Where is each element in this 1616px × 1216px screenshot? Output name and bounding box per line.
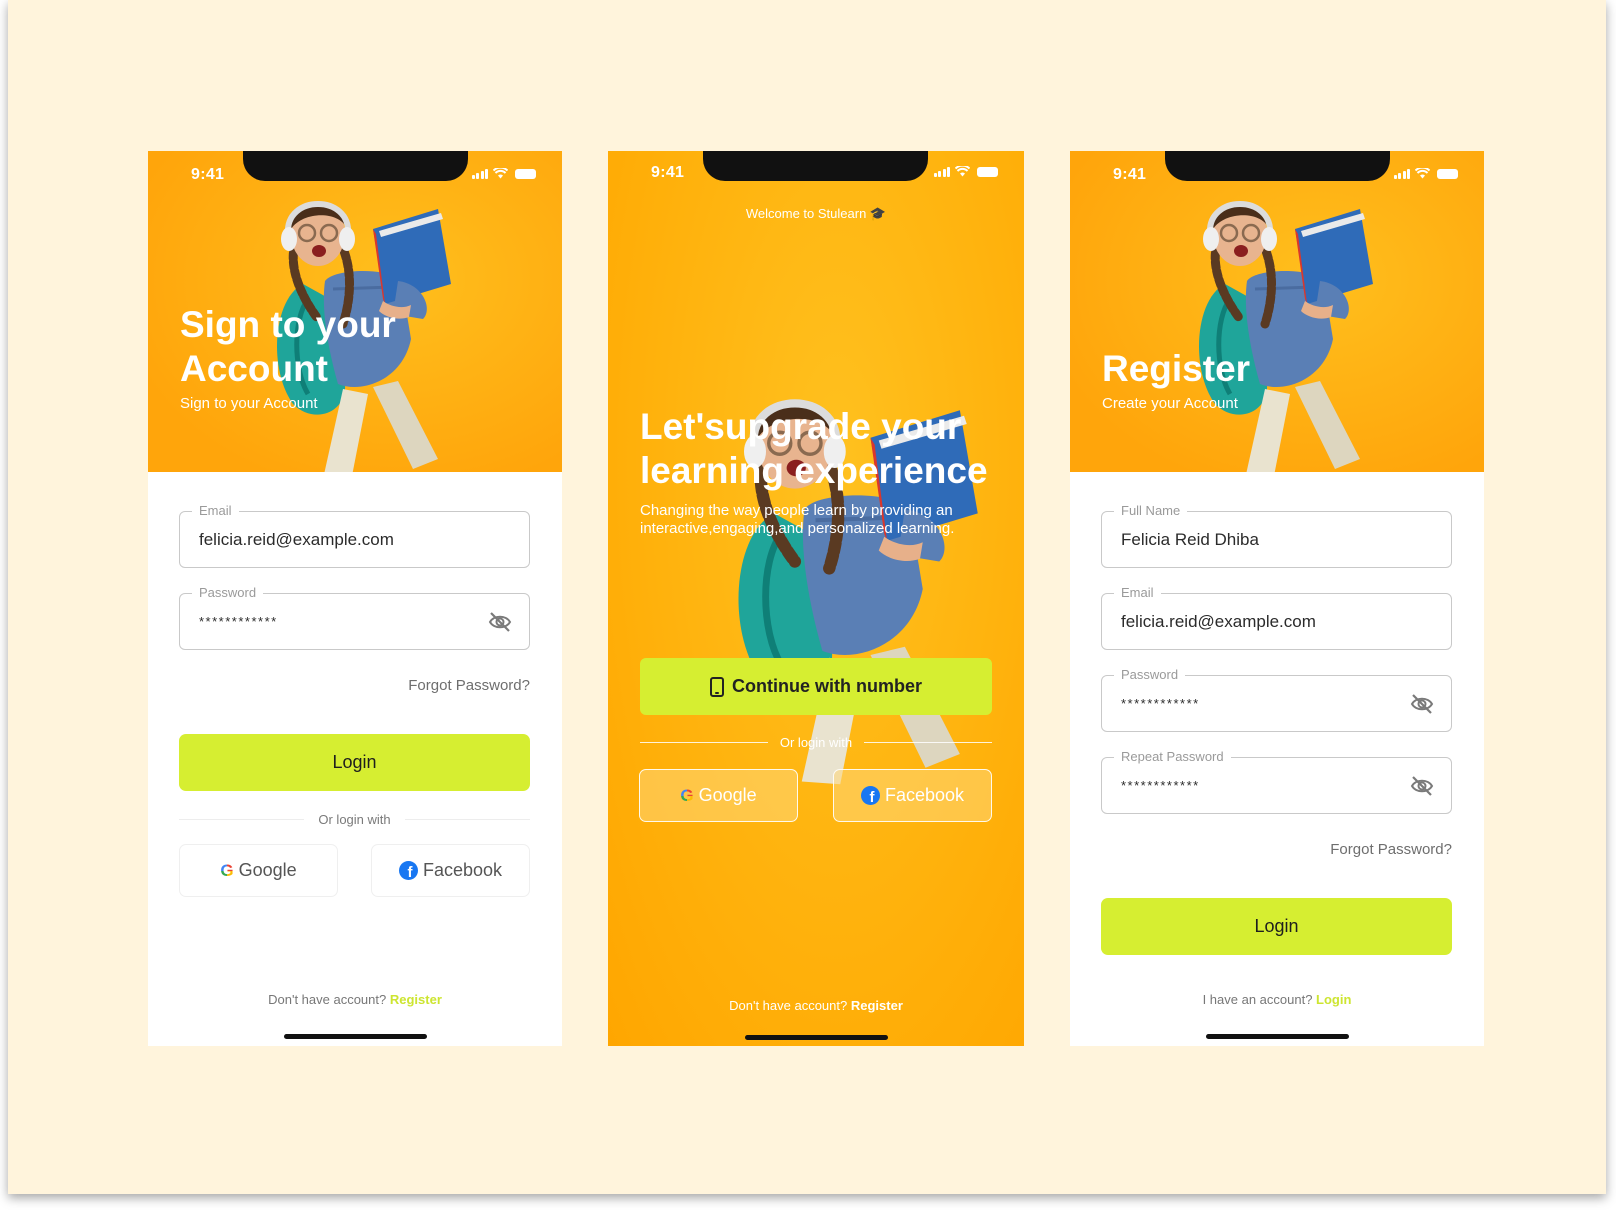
- google-label: Google: [238, 860, 297, 880]
- password-label: Password: [192, 585, 264, 600]
- wifi-icon: [955, 166, 970, 177]
- full-name-label: Full Name: [1114, 503, 1188, 518]
- signal-icon: [933, 166, 950, 177]
- wifi-icon: [493, 168, 508, 179]
- student-illustration: [1150, 189, 1400, 472]
- status-bar: 9:41: [1070, 151, 1484, 191]
- battery-icon: [1437, 169, 1458, 179]
- continue-with-number-button[interactable]: Continue with number: [640, 658, 992, 715]
- register-prompt: Don't have account? Register: [608, 998, 1024, 1013]
- register-link[interactable]: Register: [851, 998, 903, 1013]
- login-hero: Sign to your Account Sign to your Accoun…: [148, 151, 562, 472]
- login-title-line2: Account: [180, 348, 328, 389]
- repeat-password-value: ************: [1121, 778, 1200, 793]
- eye-off-icon[interactable]: [1410, 693, 1434, 715]
- password-value: ************: [199, 614, 278, 629]
- notch: [243, 151, 468, 181]
- register-prompt-text: Don't have account?: [268, 992, 387, 1007]
- continue-label: Continue with number: [732, 676, 922, 696]
- status-bar: 9:41: [148, 151, 562, 191]
- home-indicator: [284, 1034, 427, 1039]
- status-bar: 9:41: [608, 151, 1024, 191]
- register-link[interactable]: Register: [390, 992, 442, 1007]
- welcome-title-line2: learning experience: [640, 450, 988, 491]
- full-name-field[interactable]: Full Name Felicia Reid Dhiba: [1101, 503, 1452, 568]
- email-label: Email: [1114, 585, 1161, 600]
- eye-off-icon[interactable]: [488, 611, 512, 633]
- login-title-line1: Sign to your: [180, 304, 396, 345]
- eye-off-icon[interactable]: [1410, 775, 1434, 797]
- login-screen: Sign to your Account Sign to your Accoun…: [148, 151, 562, 1046]
- welcome-title-line1: Let'supgrade your: [640, 406, 962, 447]
- battery-icon: [515, 169, 536, 179]
- google-icon: G: [680, 785, 694, 805]
- signal-icon: [1393, 168, 1410, 179]
- login-prompt: I have an account? Login: [1070, 992, 1484, 1007]
- register-prompt-text: Don't have account?: [729, 998, 848, 1013]
- welcome-description: Changing the way people learn by providi…: [640, 502, 955, 537]
- email-value: felicia.reid@example.com: [199, 530, 394, 549]
- email-field[interactable]: Email felicia.reid@example.com: [1101, 585, 1452, 650]
- email-field[interactable]: Email felicia.reid@example.com: [179, 503, 530, 568]
- google-button[interactable]: G Google: [179, 844, 338, 897]
- status-time: 9:41: [191, 166, 225, 183]
- full-name-value: Felicia Reid Dhiba: [1121, 530, 1259, 549]
- status-time: 9:41: [1113, 166, 1147, 183]
- email-value: felicia.reid@example.com: [1121, 612, 1316, 631]
- password-field[interactable]: Password ************: [1101, 667, 1452, 732]
- password-value: ************: [1121, 696, 1200, 711]
- google-button[interactable]: G Google: [639, 769, 798, 822]
- signal-icon: [471, 168, 488, 179]
- or-login-divider: Or login with: [640, 734, 992, 750]
- or-login-text: Or login with: [318, 811, 391, 827]
- welcome-text: Welcome to Stulearn 🎓: [745, 206, 887, 221]
- or-login-divider: Or login with: [179, 811, 530, 827]
- smartphone-icon: [710, 676, 724, 697]
- register-hero: Register Create your Account: [1070, 151, 1484, 472]
- facebook-button[interactable]: f Facebook: [833, 769, 992, 822]
- battery-icon: [977, 167, 998, 177]
- register-title: Register: [1102, 348, 1251, 389]
- login-prompt-text: I have an account?: [1202, 992, 1313, 1007]
- welcome-screen: 9:41 Welcome to Stulearn 🎓 Let'supgrade …: [608, 151, 1024, 1046]
- notch: [703, 151, 928, 181]
- google-icon: G: [220, 860, 234, 880]
- facebook-button[interactable]: f Facebook: [371, 844, 530, 897]
- repeat-password-label: Repeat Password: [1114, 749, 1231, 764]
- register-prompt: Don't have account? Register: [148, 992, 562, 1007]
- presentation-canvas: Sign to your Account Sign to your Accoun…: [8, 0, 1606, 1194]
- password-label: Password: [1114, 667, 1186, 682]
- status-icons: [933, 166, 998, 177]
- facebook-label: Facebook: [884, 785, 965, 805]
- repeat-password-field[interactable]: Repeat Password ************: [1101, 749, 1452, 814]
- login-button[interactable]: Login: [179, 734, 530, 791]
- status-time: 9:41: [651, 164, 685, 181]
- facebook-label: Facebook: [422, 860, 503, 880]
- home-indicator: [745, 1035, 888, 1040]
- or-login-text: Or login with: [779, 734, 853, 750]
- facebook-icon: f: [398, 861, 418, 880]
- wifi-icon: [1415, 168, 1430, 179]
- email-label: Email: [192, 503, 239, 518]
- forgot-password-link[interactable]: Forgot Password?: [408, 677, 530, 694]
- login-title: Sign to your Account: [180, 303, 396, 391]
- home-indicator: [1206, 1034, 1349, 1039]
- password-field[interactable]: Password ************: [179, 585, 530, 650]
- forgot-password-link[interactable]: Forgot Password?: [1330, 841, 1452, 858]
- register-subtitle: Create your Account: [1102, 395, 1238, 412]
- login-link[interactable]: Login: [1316, 992, 1351, 1007]
- google-label: Google: [698, 785, 757, 805]
- register-screen: Register Create your Account 9:41 Full N…: [1070, 151, 1484, 1046]
- notch: [1165, 151, 1390, 181]
- status-icons: [1393, 168, 1458, 179]
- login-subtitle: Sign to your Account: [180, 395, 318, 412]
- welcome-title: Let'supgrade your learning experience: [640, 405, 1000, 493]
- status-icons: [471, 168, 536, 179]
- facebook-icon: f: [860, 786, 880, 805]
- login-button[interactable]: Login: [1101, 898, 1452, 955]
